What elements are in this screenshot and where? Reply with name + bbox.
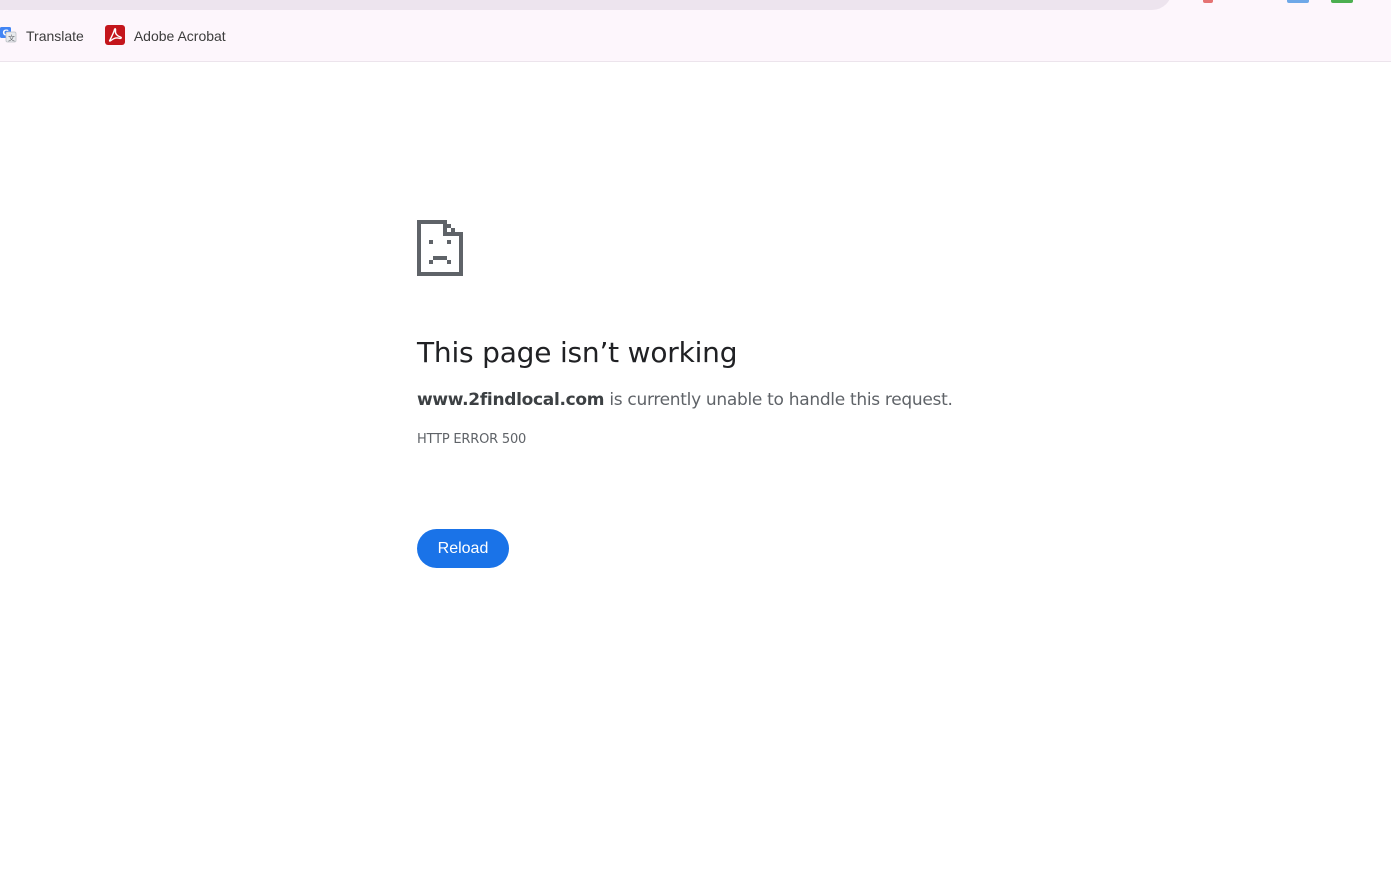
address-bar[interactable] — [0, 0, 1172, 10]
extension-icon[interactable] — [1287, 0, 1309, 3]
svg-text:文: 文 — [8, 34, 15, 43]
extension-icon[interactable] — [1331, 0, 1353, 3]
error-message: www.2findlocal.com is currently unable t… — [417, 388, 1057, 412]
bookmark-translate[interactable]: G 文 Translate — [0, 22, 93, 50]
adobe-acrobat-icon — [104, 24, 125, 48]
bookmarks-bar: G 文 Translate Adobe Acrobat — [0, 22, 247, 50]
sad-page-icon — [417, 220, 463, 276]
bookmark-label: Adobe Acrobat — [133, 28, 226, 44]
browser-toolbar: G 文 Translate Adobe Acrobat — [0, 0, 1391, 62]
error-message-text: is currently unable to handle this reque… — [604, 390, 953, 410]
bookmark-label: Translate — [26, 28, 84, 44]
error-code: HTTP ERROR 500 — [417, 432, 527, 447]
error-content: This page isn’t working www.2findlocal.c… — [417, 220, 1057, 447]
reload-button[interactable]: Reload — [417, 529, 509, 568]
bookmark-adobe-acrobat[interactable]: Adobe Acrobat — [104, 22, 235, 50]
failing-domain: www.2findlocal.com — [417, 390, 605, 410]
extension-icon[interactable] — [1203, 0, 1213, 3]
google-translate-icon: G 文 — [0, 26, 17, 46]
page-title: This page isn’t working — [417, 336, 738, 369]
